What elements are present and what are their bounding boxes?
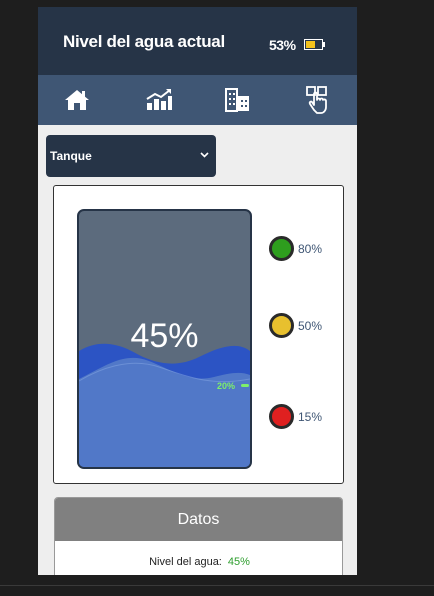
page-title: Nivel del agua actual	[63, 32, 225, 51]
nav-chart[interactable]	[134, 75, 184, 125]
min-level-label: 20%	[217, 381, 236, 391]
battery-level: 53%	[269, 37, 296, 53]
indicator-label: 80%	[298, 242, 323, 256]
buildings-icon	[225, 88, 249, 112]
indicator-high: 80%	[269, 236, 349, 262]
status-dot-green	[269, 236, 294, 261]
status-dot-yellow	[269, 313, 294, 338]
indicator-label: 50%	[298, 319, 323, 333]
nav-buildings[interactable]	[212, 75, 262, 125]
datos-row: Nivel del agua: 45%	[55, 556, 342, 568]
app-screen: Nivel del agua actual 53% Tanque 45% 20%…	[38, 7, 357, 575]
nav-home[interactable]	[52, 75, 102, 125]
tank-card: 45% 20% 80% 50% 15%	[53, 185, 344, 484]
indicator-mid: 50%	[269, 313, 349, 339]
water-tank: 45% 20%	[77, 209, 252, 469]
app-header: Nivel del agua actual 53%	[38, 7, 357, 75]
battery-icon	[304, 39, 325, 50]
touch-icon	[306, 86, 327, 114]
divider	[0, 585, 434, 586]
datos-row-value: 45%	[227, 556, 250, 568]
tank-selector[interactable]: Tanque	[46, 135, 216, 177]
home-icon	[65, 90, 89, 110]
min-level-marker	[241, 384, 249, 387]
datos-panel: Datos Nivel del agua: 45%	[54, 497, 343, 575]
chevron-down-icon	[200, 152, 209, 158]
chart-icon	[146, 89, 172, 110]
tank-level-text: 45%	[130, 317, 199, 355]
indicator-label: 15%	[298, 410, 323, 424]
indicator-low: 15%	[269, 404, 349, 430]
tank-selector-value: Tanque	[50, 149, 92, 163]
nav-touch[interactable]	[292, 75, 342, 125]
datos-row-label: Nivel del agua:	[149, 556, 222, 568]
datos-title: Datos	[55, 498, 342, 541]
nav-bar	[38, 75, 357, 125]
status-dot-red	[269, 404, 294, 429]
